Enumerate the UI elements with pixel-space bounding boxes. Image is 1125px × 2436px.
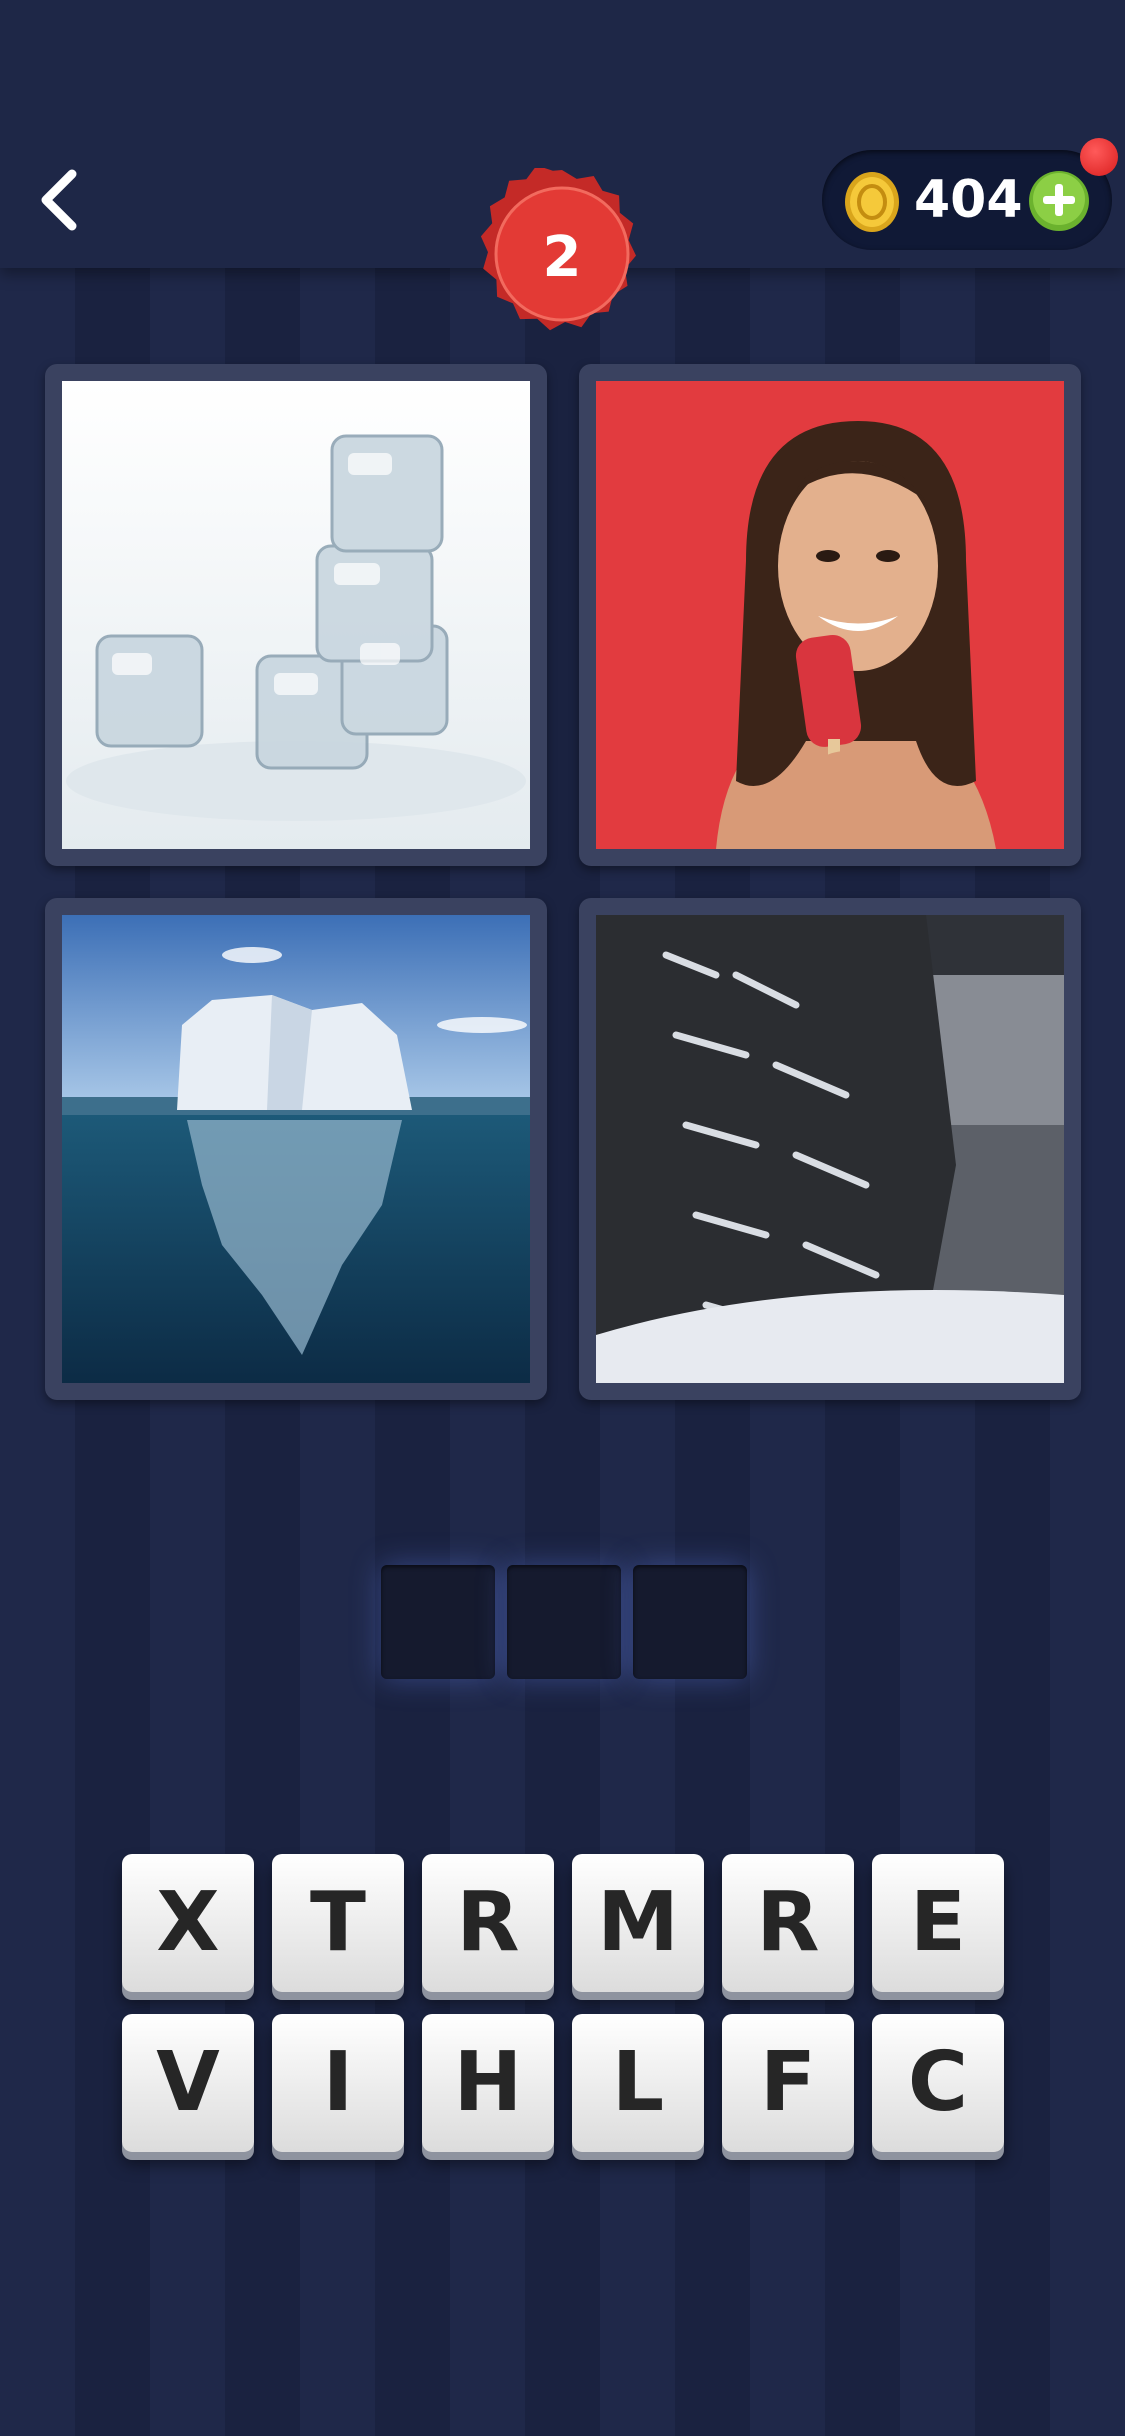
letter-key[interactable]: R [422, 1854, 554, 1992]
ice-cubes-image [62, 381, 530, 849]
coin-count: 404 [914, 170, 1023, 230]
letter-key[interactable]: R [722, 1854, 854, 1992]
popsicle-woman-image [596, 381, 1064, 849]
letter-key[interactable]: F [722, 2014, 854, 2152]
letter-key[interactable]: L [572, 2014, 704, 2152]
letter-key[interactable]: T [272, 1854, 404, 1992]
iceberg-image [62, 915, 530, 1383]
answer-slot-3[interactable] [633, 1565, 747, 1679]
coin-icon [845, 172, 899, 232]
letter-key[interactable]: V [122, 2014, 254, 2152]
letter-key[interactable]: E [872, 1854, 1004, 1992]
answer-slot-2[interactable] [507, 1565, 621, 1679]
letter-key[interactable]: C [872, 2014, 1004, 2152]
letter-key[interactable]: I [272, 2014, 404, 2152]
chevron-left-icon [41, 169, 77, 231]
level-number: 2 [542, 225, 582, 290]
coin-counter: 404 [822, 150, 1112, 250]
letter-key[interactable]: H [422, 2014, 554, 2152]
snowy-tire-image [596, 915, 1064, 1383]
letter-key[interactable]: M [572, 1854, 704, 1992]
back-button[interactable] [30, 160, 90, 240]
picture-tile-4[interactable] [579, 898, 1081, 1400]
letter-key[interactable]: X [122, 1854, 254, 1992]
answer-slot-1[interactable] [381, 1565, 495, 1679]
level-badge: 2 [472, 165, 652, 348]
picture-tile-2[interactable] [579, 364, 1081, 866]
picture-tile-1[interactable] [45, 364, 547, 866]
picture-tile-3[interactable] [45, 898, 547, 1400]
add-coins-button[interactable] [1028, 170, 1090, 232]
notification-dot [1080, 138, 1118, 176]
